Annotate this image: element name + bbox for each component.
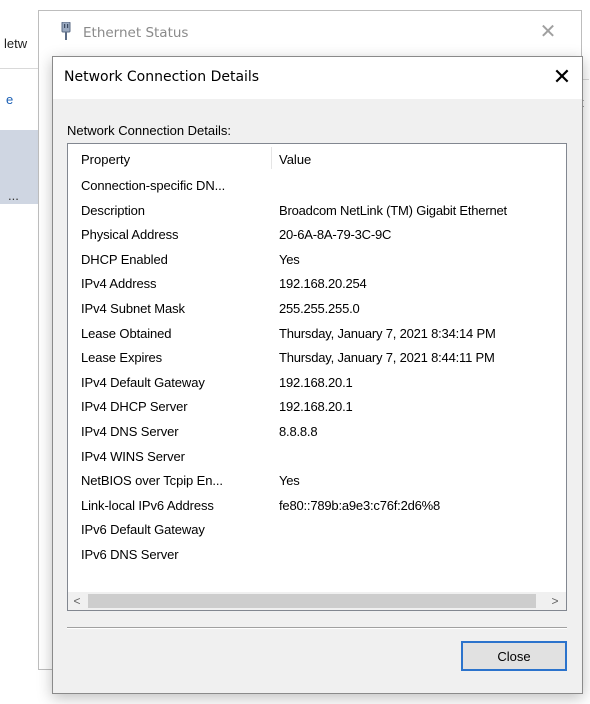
property-cell: Physical Address [81, 227, 179, 243]
horizontal-scrollbar[interactable]: < > [68, 592, 566, 610]
ethernet-status-close-icon[interactable]: ✕ [539, 22, 557, 42]
property-cell: IPv4 Default Gateway [81, 374, 205, 390]
listview-rows: Connection-specific DN... Description Br… [68, 175, 566, 569]
list-item[interactable]: DHCP Enabled Yes [68, 249, 566, 274]
property-cell: NetBIOS over Tcpip En... [81, 473, 223, 489]
list-item[interactable]: IPv4 DHCP Server 192.168.20.1 [68, 396, 566, 421]
listview-header: Property Value [68, 144, 566, 172]
scrollbar-thumb[interactable] [88, 594, 536, 608]
list-item[interactable]: Lease Expires Thursday, January 7, 2021 … [68, 347, 566, 372]
property-cell: Description [81, 202, 145, 218]
details-listview[interactable]: Property Value Connection-specific DN...… [67, 143, 567, 611]
details-dialog-title: Network Connection Details [64, 69, 260, 85]
ethernet-plug-icon [59, 21, 73, 40]
list-item[interactable]: IPv4 WINS Server [68, 446, 566, 471]
background-divider [0, 68, 40, 69]
list-item[interactable]: NetBIOS over Tcpip En... Yes [68, 470, 566, 495]
network-connection-details-dialog: Network Connection Details ✕ Network Con… [52, 56, 583, 694]
value-cell: Thursday, January 7, 2021 8:34:14 PM [279, 325, 496, 341]
scroll-right-arrow-icon[interactable]: > [546, 592, 564, 610]
value-cell: 20-6A-8A-79-3C-9C [279, 227, 392, 243]
list-item[interactable]: IPv6 DNS Server [68, 544, 566, 569]
background-panel [0, 130, 40, 204]
details-list-label: Network Connection Details: [67, 123, 232, 138]
value-cell: 192.168.20.1 [279, 374, 353, 390]
value-cell: Yes [279, 251, 300, 267]
details-close-icon[interactable]: ✕ [551, 66, 573, 88]
value-cell: Broadcom NetLink (TM) Gigabit Ethernet [279, 202, 507, 218]
property-cell: Link-local IPv6 Address [81, 497, 214, 513]
list-item[interactable]: IPv4 Default Gateway 192.168.20.1 [68, 372, 566, 397]
property-cell: IPv6 DNS Server [81, 546, 179, 562]
property-cell: IPv4 Address [81, 276, 157, 292]
dialog-separator [67, 627, 567, 629]
close-button[interactable]: Close [461, 641, 567, 671]
column-header-value[interactable]: Value [279, 152, 311, 167]
property-cell: IPv4 WINS Server [81, 448, 185, 464]
column-header-divider[interactable] [271, 147, 272, 169]
ethernet-status-title: Ethernet Status [83, 25, 189, 41]
property-cell: IPv6 Default Gateway [81, 522, 205, 538]
background-window-title: letw [4, 36, 28, 51]
list-item[interactable]: Connection-specific DN... [68, 175, 566, 200]
column-header-property[interactable]: Property [81, 152, 130, 167]
value-cell: Thursday, January 7, 2021 8:44:11 PM [279, 350, 495, 366]
list-item[interactable]: IPv4 DNS Server 8.8.8.8 [68, 421, 566, 446]
value-cell: 192.168.20.1 [279, 399, 353, 415]
property-cell: Lease Expires [81, 350, 163, 366]
value-cell: 8.8.8.8 [279, 423, 318, 439]
list-item[interactable]: Physical Address 20-6A-8A-79-3C-9C [68, 224, 566, 249]
value-cell: Yes [279, 473, 300, 489]
property-cell: IPv4 Subnet Mask [81, 300, 185, 316]
list-item[interactable]: IPv4 Address 192.168.20.254 [68, 273, 566, 298]
value-cell: 255.255.255.0 [279, 300, 360, 316]
property-cell: Connection-specific DN... [81, 178, 226, 193]
background-link[interactable]: e [6, 92, 13, 107]
scroll-left-arrow-icon[interactable]: < [68, 592, 86, 610]
ethernet-status-titlebar[interactable]: Ethernet Status ✕ [39, 11, 581, 45]
value-cell: 192.168.20.254 [279, 276, 367, 292]
property-cell: DHCP Enabled [81, 251, 168, 267]
value-cell: fe80::789b:a9e3:c76f:2d6%8 [279, 497, 441, 513]
list-item[interactable]: IPv6 Default Gateway [68, 519, 566, 544]
property-cell: Lease Obtained [81, 325, 172, 341]
list-item[interactable]: Lease Obtained Thursday, January 7, 2021… [68, 323, 566, 348]
list-item[interactable]: IPv4 Subnet Mask 255.255.255.0 [68, 298, 566, 323]
background-panel-text: ... [8, 188, 19, 203]
list-item[interactable]: Description Broadcom NetLink (TM) Gigabi… [68, 200, 566, 225]
list-item[interactable]: Link-local IPv6 Address fe80::789b:a9e3:… [68, 495, 566, 520]
details-titlebar[interactable]: Network Connection Details ✕ [53, 57, 582, 99]
property-cell: IPv4 DHCP Server [81, 399, 188, 415]
property-cell: IPv4 DNS Server [81, 423, 179, 439]
